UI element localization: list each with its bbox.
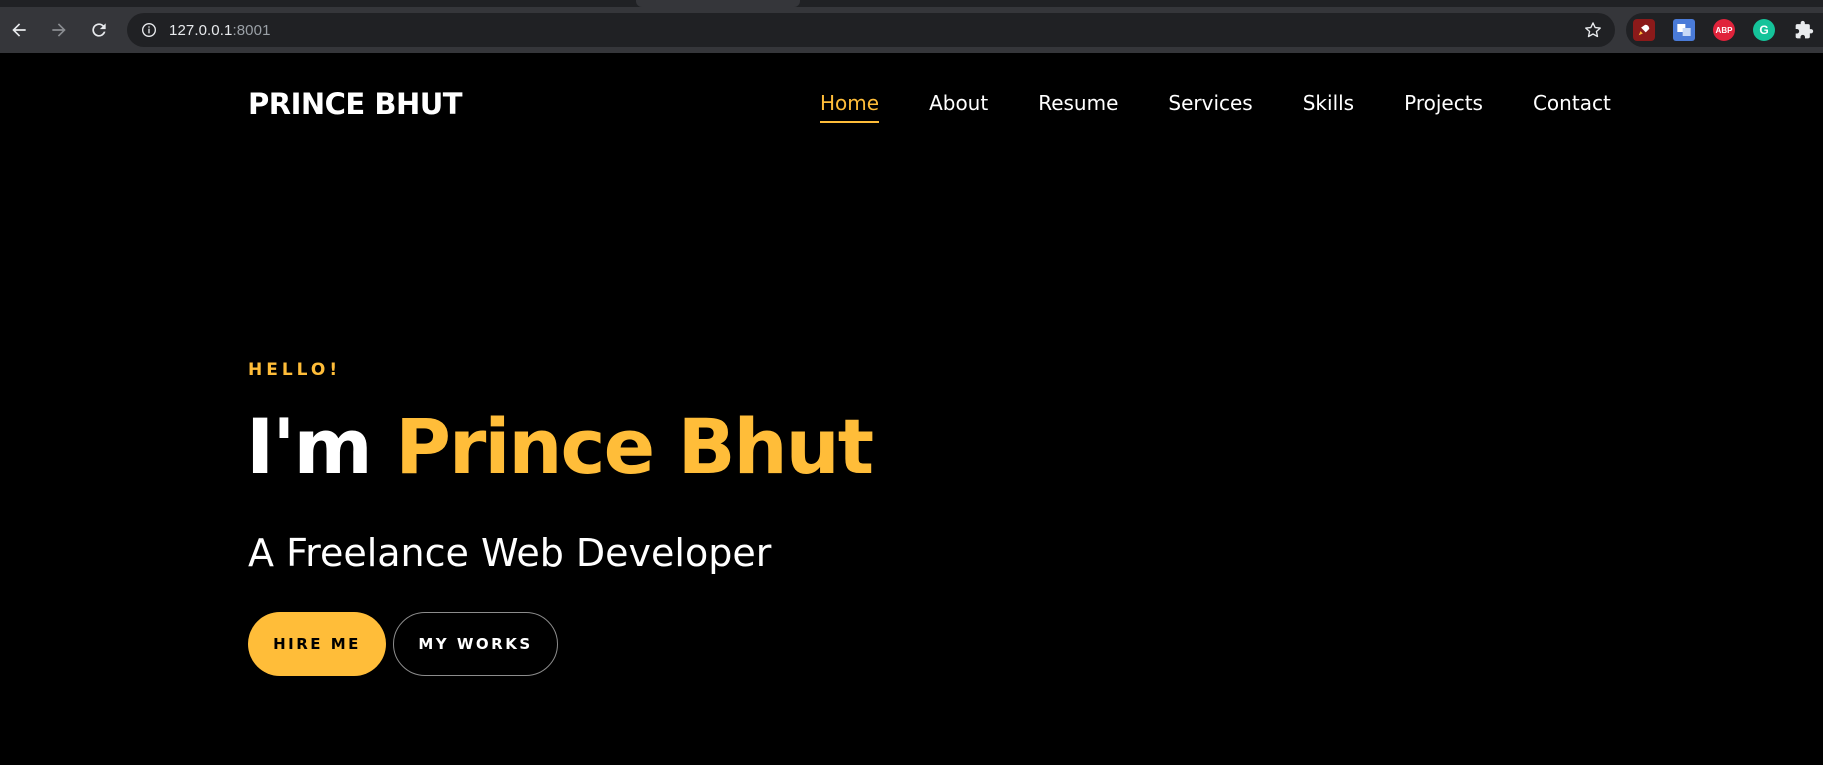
hero-headline-name: Prince Bhut (395, 402, 874, 491)
portfolio-page: PRINCE BHUT Home About Resume Services S… (0, 53, 1823, 765)
hero-subtitle: A Freelance Web Developer (248, 531, 772, 575)
star-icon[interactable] (1583, 20, 1603, 40)
url-host: 127.0.0.1 (169, 22, 233, 39)
nav-item-contact[interactable]: Contact (1533, 91, 1611, 123)
forward-button[interactable] (44, 15, 74, 45)
main-nav: Home About Resume Services Skills Projec… (820, 91, 1611, 123)
address-bar[interactable]: 127.0.0.1:8001 (127, 13, 1615, 47)
info-icon[interactable] (141, 22, 157, 38)
hero-greeting: HELLO! (248, 360, 342, 380)
site-logo[interactable]: PRINCE BHUT (248, 87, 463, 121)
browser-toolbar: 127.0.0.1:8001 ABP G (0, 0, 1823, 53)
reload-button[interactable] (84, 15, 114, 45)
nav-item-about[interactable]: About (929, 91, 988, 123)
hero-headline: I'm Prince Bhut (246, 409, 874, 485)
rocket-extension-icon[interactable] (1633, 19, 1655, 41)
arrow-left-icon (12, 23, 26, 37)
nav-item-home[interactable]: Home (820, 91, 880, 123)
url-text[interactable]: 127.0.0.1:8001 (169, 22, 271, 39)
hero-headline-prefix: I'm (246, 402, 396, 491)
adblock-extension-icon[interactable]: ABP (1713, 19, 1735, 41)
my-works-button[interactable]: MY WORKS (393, 612, 558, 676)
nav-item-resume[interactable]: Resume (1038, 91, 1118, 123)
active-tab-edge (636, 0, 800, 7)
tab-strip (0, 0, 1823, 7)
grammarly-extension-icon[interactable]: G (1753, 19, 1775, 41)
arrow-right-icon (52, 23, 66, 37)
nav-item-skills[interactable]: Skills (1303, 91, 1354, 123)
reload-icon (92, 23, 106, 37)
nav-item-services[interactable]: Services (1168, 91, 1252, 123)
nav-item-projects[interactable]: Projects (1404, 91, 1483, 123)
url-port: :8001 (232, 22, 271, 39)
hire-me-button[interactable]: HIRE ME (248, 612, 386, 676)
extensions-puzzle-icon[interactable] (1793, 19, 1815, 41)
translate-extension-icon[interactable] (1673, 19, 1695, 41)
back-button[interactable] (4, 15, 34, 45)
